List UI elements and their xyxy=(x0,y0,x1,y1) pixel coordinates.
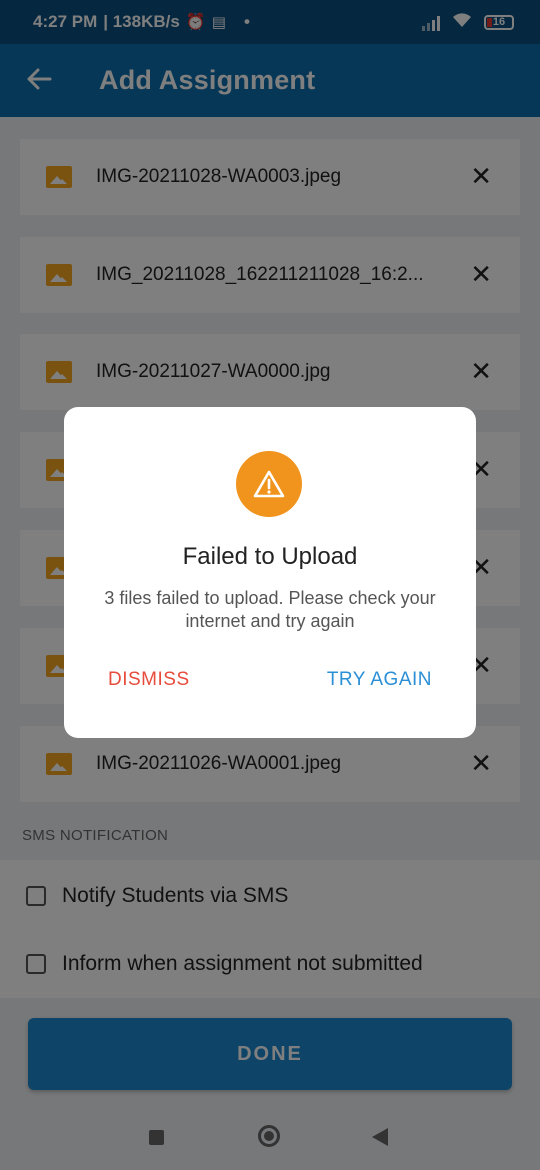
dialog-message: 3 files failed to upload. Please check y… xyxy=(104,588,436,631)
upload-failed-dialog: Failed to Upload 3 files failed to uploa… xyxy=(64,407,476,738)
try-again-button[interactable]: TRY AGAIN xyxy=(327,669,432,691)
dialog-title: Failed to Upload xyxy=(182,543,358,570)
dismiss-button[interactable]: DISMISS xyxy=(108,669,190,691)
warning-icon xyxy=(236,451,302,517)
